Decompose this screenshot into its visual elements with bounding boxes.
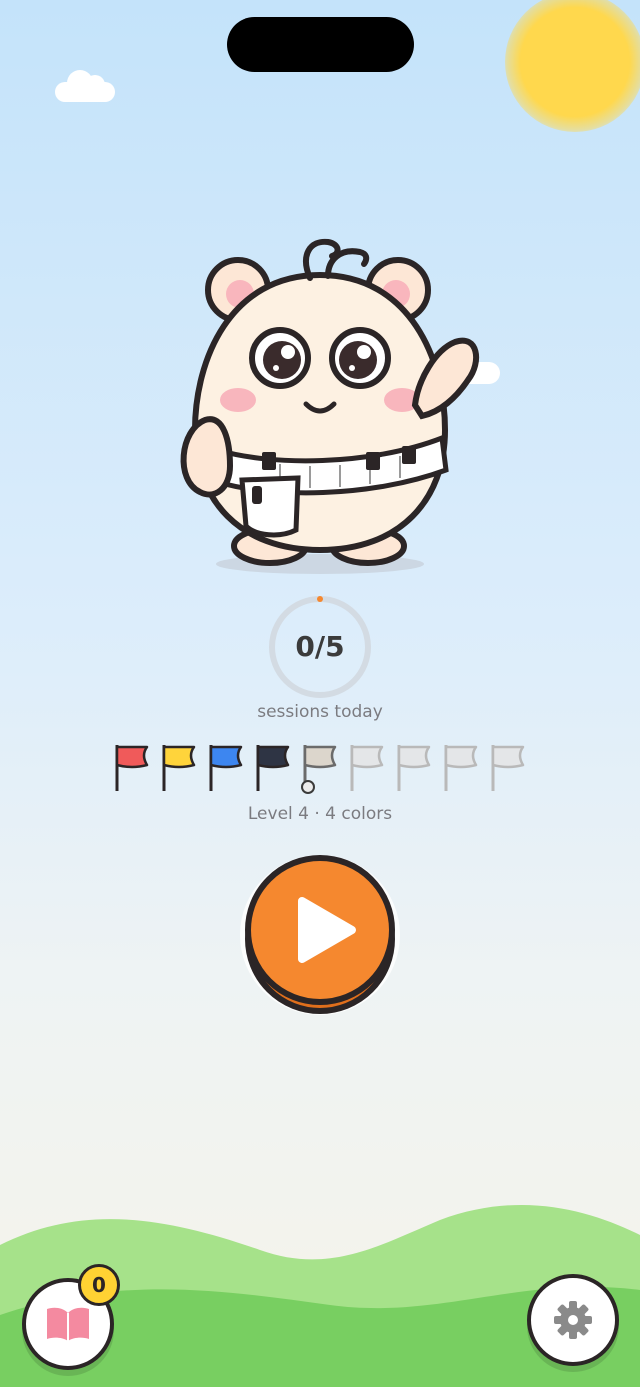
sun-decoration [505, 0, 640, 132]
flag-cloth [256, 745, 290, 769]
flag-locked [397, 745, 431, 791]
flag-locked [444, 745, 478, 791]
sessions-label: sessions today [257, 702, 383, 722]
flag-current [301, 745, 337, 794]
level-label: Level 4 · 4 colors [247, 804, 393, 824]
session-count: 0/5 [295, 630, 345, 663]
flag-cloth [444, 745, 478, 769]
flag-unlocked [209, 745, 243, 791]
flag-cloth [162, 745, 196, 769]
flag-cloth [350, 745, 384, 769]
session-progress-ring: 0/5 [266, 593, 374, 701]
dynamic-island [227, 17, 414, 72]
flag-locked [350, 745, 384, 791]
book-icon [47, 1307, 89, 1341]
library-badge: 0 [78, 1264, 120, 1306]
cloud-decoration [55, 70, 115, 102]
flag-unlocked [115, 745, 149, 791]
flag-cloth [491, 745, 525, 769]
flag-cloth [397, 745, 431, 769]
flag-cloth [209, 745, 243, 769]
level-flags [115, 745, 525, 794]
play-button[interactable] [240, 853, 400, 1018]
mascot-illustration [180, 238, 479, 574]
settings-button[interactable] [527, 1274, 619, 1366]
flag-cloth [115, 745, 149, 769]
flag-unlocked [256, 745, 290, 791]
flag-unlocked [162, 745, 196, 791]
play-button-graphic [240, 855, 400, 1015]
flag-cloth [303, 745, 337, 769]
flag-locked [491, 745, 525, 791]
gear-icon [554, 1301, 592, 1339]
current-level-marker [301, 780, 315, 794]
